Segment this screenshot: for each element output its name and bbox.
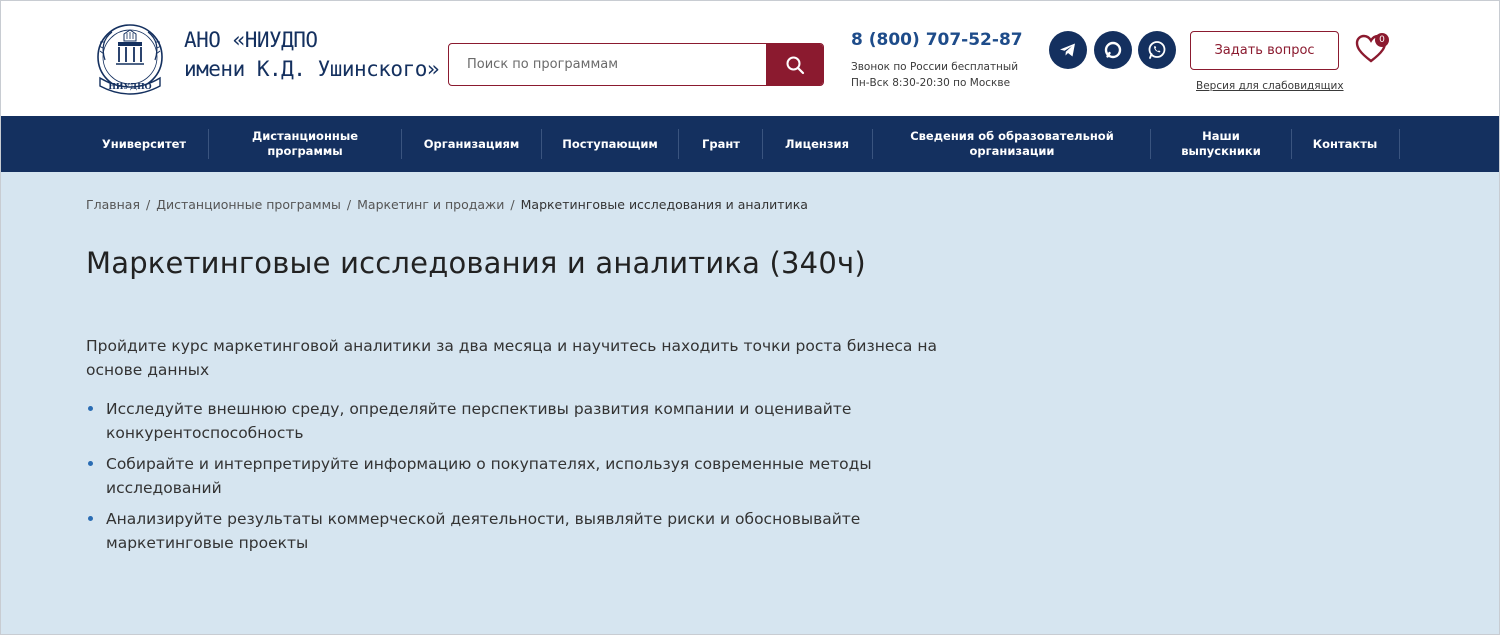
nav-divider — [872, 129, 873, 159]
breadcrumb-current: Маркетинговые исследования и аналитика — [520, 197, 808, 212]
nav-divider — [401, 129, 402, 159]
main-navigation: Университет Дистанционные программы Орга… — [0, 116, 1500, 172]
search-box — [448, 43, 824, 86]
nav-divider — [1399, 129, 1400, 159]
max-messenger-button[interactable] — [1094, 31, 1132, 69]
page-title: Маркетинговые исследования и аналитика (… — [86, 246, 866, 280]
accessibility-version-link[interactable]: Версия для слабовидящих — [1196, 80, 1344, 92]
phone-note: Звонок по России бесплатный Пн-Вск 8:30-… — [851, 59, 1018, 91]
favorites-count-badge: 0 — [1375, 33, 1389, 47]
breadcrumb-link-distance-programs[interactable]: Дистанционные программы — [156, 197, 341, 212]
list-item: Собирайте и интерпретируйте информацию о… — [86, 452, 946, 500]
nav-item-graduates[interactable]: Наши выпускники — [1164, 116, 1278, 172]
breadcrumb-separator: / — [146, 197, 151, 212]
phone-note-line1: Звонок по России бесплатный — [851, 61, 1019, 73]
nav-divider — [678, 129, 679, 159]
breadcrumb-separator: / — [346, 197, 352, 212]
phone-number[interactable]: 8 (800) 707-52-87 — [851, 30, 1023, 50]
search-button[interactable] — [766, 44, 823, 85]
nav-divider — [1150, 129, 1151, 159]
svg-text:НИУДПО: НИУДПО — [108, 81, 151, 91]
nav-item-organization-info[interactable]: Сведения об образовательной организации — [886, 116, 1138, 172]
nav-item-grant[interactable]: Грант — [690, 116, 752, 172]
whatsapp-button[interactable] — [1138, 31, 1176, 69]
breadcrumb-link-marketing-sales[interactable]: Маркетинг и продажи — [357, 197, 504, 212]
telegram-button[interactable] — [1049, 31, 1087, 69]
nav-divider — [208, 129, 209, 159]
nav-item-university[interactable]: Университет — [94, 116, 194, 172]
nav-divider — [762, 129, 763, 159]
org-name-line2: имени К.Д. Ушинского» — [184, 57, 440, 81]
nav-item-organizations[interactable]: Организациям — [414, 116, 529, 172]
max-messenger-icon — [1104, 41, 1122, 59]
ask-question-button[interactable]: Задать вопрос — [1190, 31, 1339, 70]
nav-divider — [1291, 129, 1292, 159]
breadcrumb-separator: / — [510, 197, 515, 212]
search-icon — [786, 56, 804, 74]
org-name-line1: АНО «НИУДПО — [184, 28, 318, 52]
telegram-icon — [1060, 43, 1075, 57]
list-item: Исследуйте внешнюю среду, определяйте пе… — [86, 397, 946, 445]
breadcrumb: Главная / Дистанционные программы / Маркетин… — [86, 197, 808, 212]
search-input[interactable] — [449, 44, 767, 85]
organization-name[interactable]: АНО «НИУДПО имени К.Д. Ушинского» — [184, 26, 440, 84]
nav-item-license[interactable]: Лицензия — [772, 116, 862, 172]
phone-note-line2: Пн-Вск 8:30-20:30 по Москве — [851, 77, 1011, 89]
site-header: НИУДПО АНО «НИУДПО имени К.Д. Ушинского»… — [0, 0, 1500, 116]
university-emblem-logo[interactable]: НИУДПО — [86, 20, 174, 98]
nav-item-applicants[interactable]: Поступающим — [554, 116, 666, 172]
course-features-list: Исследуйте внешнюю среду, определяйте пе… — [86, 397, 946, 562]
nav-item-contacts[interactable]: Контакты — [1302, 116, 1388, 172]
list-item: Анализируйте результаты коммерческой дея… — [86, 507, 946, 555]
nav-divider — [541, 129, 542, 159]
breadcrumb-link-home[interactable]: Главная — [86, 197, 140, 212]
nav-item-distance-programs[interactable]: Дистанционные программы — [222, 116, 388, 172]
course-intro: Пройдите курс маркетинговой аналитики за… — [86, 337, 937, 379]
whatsapp-icon — [1148, 41, 1166, 59]
